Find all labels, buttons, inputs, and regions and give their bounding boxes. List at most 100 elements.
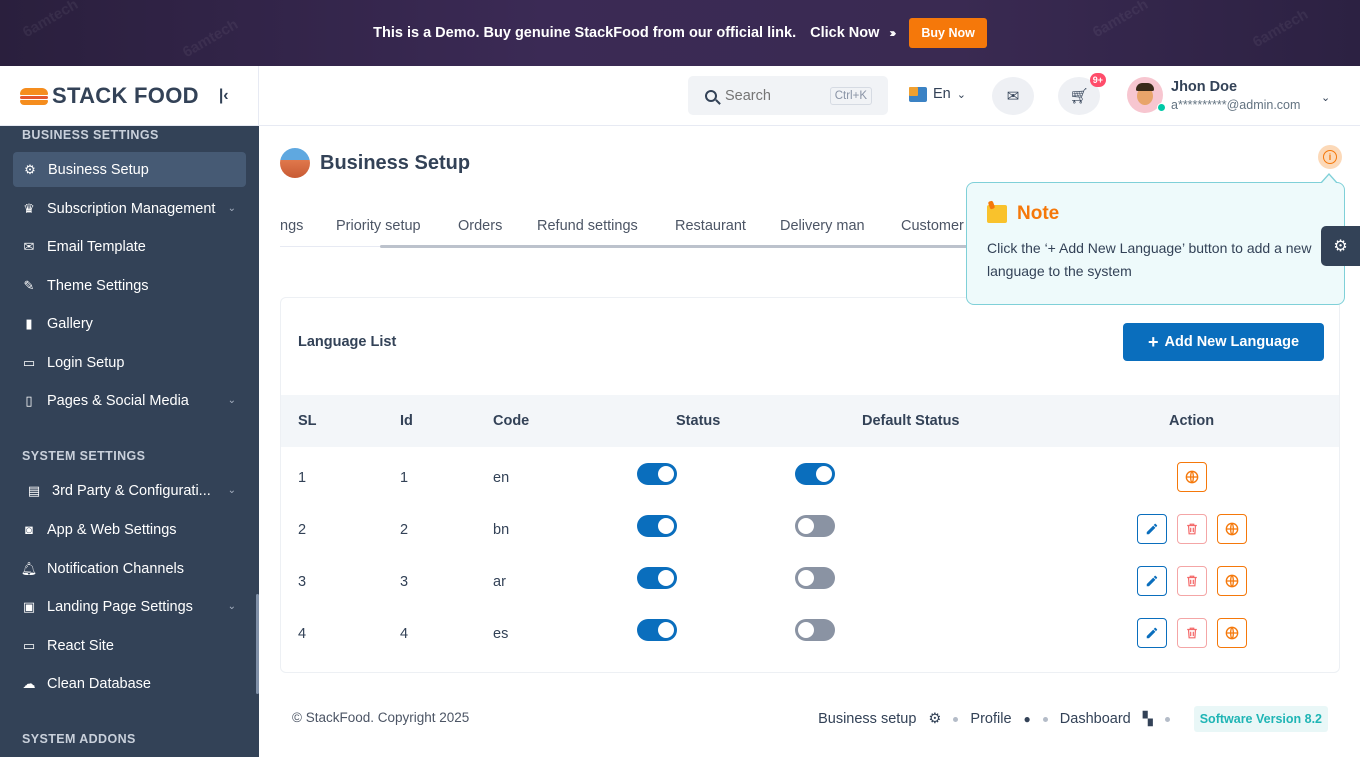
sidebar-item-theme-settings[interactable]: ✎ Theme Settings — [13, 268, 246, 303]
globe-icon — [1225, 626, 1239, 640]
tab-priority-setup[interactable]: Priority setup — [336, 218, 421, 234]
sidebar-item-email-template[interactable]: ✉ Email Template — [13, 229, 246, 264]
devices-icon: ▭ — [22, 354, 36, 370]
footer-link-dashboard[interactable]: Dashboard ▚ — [1060, 711, 1153, 727]
monitor-icon: ▭ — [22, 637, 36, 653]
sidebar-item-label: Clean Database — [47, 675, 151, 692]
demo-banner: 6amtech 6amtech 6amtech 6amtech This is … — [0, 0, 1360, 66]
language-selector[interactable]: En ⌄ — [909, 86, 966, 102]
buy-now-button[interactable]: Buy Now — [909, 18, 987, 48]
cell-id: 1 — [400, 470, 409, 486]
plus-icon: + — [1147, 331, 1159, 352]
status-toggle[interactable] — [637, 515, 677, 537]
sidebar-item-react-site[interactable]: ▭ React Site — [13, 628, 246, 663]
chevron-down-icon: ⌄ — [227, 485, 236, 496]
sidebar-item-pages-social-media[interactable]: ▯ Pages & Social Media ⌄ — [13, 383, 246, 418]
sidebar-item-clean-database[interactable]: ☁ Clean Database — [13, 666, 246, 701]
messages-button[interactable]: ✉ — [992, 77, 1034, 115]
chevron-down-icon[interactable]: ⌄ — [1321, 91, 1330, 104]
search-input[interactable] — [725, 87, 825, 104]
default-status-toggle[interactable] — [795, 619, 835, 641]
android-icon: ◙ — [25, 522, 33, 537]
default-status-toggle[interactable] — [795, 567, 835, 589]
gear-icon: ⚙ — [24, 161, 36, 177]
cell-code: en — [493, 470, 510, 486]
col-action: Action — [1169, 413, 1215, 429]
tab-orders[interactable]: Orders — [458, 218, 502, 234]
sidebar-item-landing-page-settings[interactable]: ▣ Landing Page Settings ⌄ — [13, 589, 246, 624]
software-version-badge: Software Version 8.2 — [1193, 706, 1328, 732]
status-toggle[interactable] — [637, 567, 677, 589]
note-title: Note — [1017, 203, 1060, 224]
translate-button[interactable] — [1217, 618, 1247, 648]
search-box[interactable]: Ctrl+K — [688, 76, 888, 115]
search-icon — [705, 89, 717, 102]
edit-button[interactable] — [1137, 566, 1167, 596]
user-icon: ● — [1023, 712, 1031, 726]
edit-button[interactable] — [1137, 514, 1167, 544]
user-menu[interactable]: Jhon Doe a**********@admin.com — [1127, 77, 1300, 113]
default-status-toggle[interactable] — [795, 515, 835, 537]
section-business-settings: BUSINESS SETTINGS — [22, 128, 159, 142]
sidebar-item-notification-channels[interactable]: 🔔︎ Notification Channels — [13, 551, 246, 586]
globe-icon — [1185, 470, 1199, 484]
arrows-icon: ›››› — [889, 26, 896, 40]
note-icon — [987, 205, 1007, 223]
translate-button[interactable] — [1177, 462, 1207, 492]
table-header: SL Id Code Status Default Status Action — [281, 395, 1339, 447]
sidebar-item-business-setup[interactable]: ⚙ Business Setup — [13, 152, 246, 187]
footer-link-business-setup[interactable]: Business setup ⚙ — [818, 711, 941, 727]
default-status-toggle[interactable] — [795, 463, 835, 485]
add-new-language-button[interactable]: + Add New Language — [1123, 323, 1324, 361]
sidebar-item-gallery[interactable]: ▮ Gallery — [13, 306, 246, 341]
status-toggle[interactable] — [637, 619, 677, 641]
sidebar-scrollbar[interactable] — [256, 594, 259, 694]
sidebar-item-app-web-settings[interactable]: ◙ App & Web Settings — [13, 512, 246, 547]
search-shortcut: Ctrl+K — [829, 86, 872, 105]
page-title: Business Setup — [320, 151, 471, 174]
collapse-left-icon[interactable]: |‹ — [219, 87, 229, 105]
tab-restaurant[interactable]: Restaurant — [675, 218, 746, 234]
edit-button[interactable] — [1137, 618, 1167, 648]
pencil-icon — [1146, 627, 1158, 639]
settings-float-button[interactable]: ⚙ — [1321, 226, 1360, 266]
sidebar-item-login-setup[interactable]: ▭ Login Setup — [13, 345, 246, 380]
business-setup-icon — [280, 148, 310, 178]
note-popover: Note Click the ‘+ Add New Language’ butt… — [966, 173, 1345, 305]
info-button[interactable]: i — [1318, 145, 1342, 169]
table-row: 1 1 en — [281, 452, 1339, 504]
watermark: 6amtech — [1089, 0, 1152, 42]
chevron-down-icon: ⌄ — [227, 203, 236, 214]
sidebar-item-label: Notification Channels — [47, 560, 185, 577]
col-default-status: Default Status — [862, 413, 960, 429]
separator-dot — [1042, 716, 1048, 722]
sidebar-item-label: Subscription Management — [47, 200, 216, 217]
tab-refund-settings[interactable]: Refund settings — [537, 218, 638, 234]
pages-icon: ▯ — [25, 392, 33, 408]
translate-button[interactable] — [1217, 514, 1247, 544]
cell-id: 3 — [400, 574, 409, 590]
col-sl: SL — [298, 413, 317, 429]
sidebar-item-subscription-management[interactable]: ♛ Subscription Management ⌄ — [13, 191, 246, 226]
delete-button[interactable] — [1177, 618, 1207, 648]
tabs-scrollbar[interactable] — [380, 245, 970, 248]
footer-links: Business setup ⚙ Profile ● Dashboard ▚ S… — [818, 706, 1328, 732]
settings-tabs: ngs Priority setup Orders Refund setting… — [280, 212, 970, 248]
status-toggle[interactable] — [637, 463, 677, 485]
tab-settings-partial[interactable]: ngs — [280, 218, 303, 234]
tab-customer[interactable]: Customer — [901, 218, 964, 234]
chevron-down-icon: ⌄ — [227, 601, 236, 612]
delete-button[interactable] — [1177, 566, 1207, 596]
watermark: 6amtech — [179, 15, 242, 62]
sidebar-item-3rd-party[interactable]: ▤ 3rd Party & Configurati... ⌄ — [13, 473, 246, 508]
click-now-link[interactable]: Click Now — [810, 25, 879, 41]
add-new-language-label: Add New Language — [1164, 334, 1300, 350]
tab-delivery-man[interactable]: Delivery man — [780, 218, 865, 234]
globe-icon — [1225, 574, 1239, 588]
delete-button[interactable] — [1177, 514, 1207, 544]
cell-sl: 2 — [298, 522, 307, 538]
copyright: © StackFood. Copyright 2025 — [292, 710, 470, 725]
translate-button[interactable] — [1217, 566, 1247, 596]
cart-button[interactable]: 🛒︎ 9+ — [1058, 73, 1106, 115]
footer-link-profile[interactable]: Profile ● — [970, 711, 1030, 727]
